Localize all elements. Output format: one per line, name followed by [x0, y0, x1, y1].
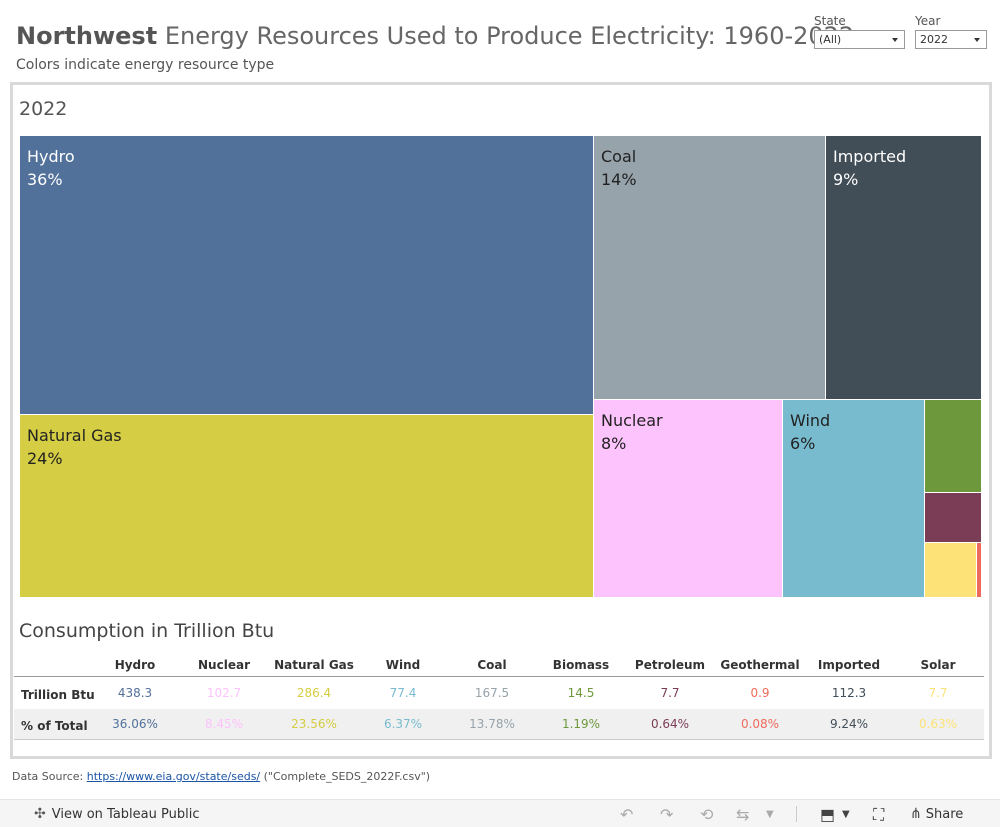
treemap-tile-label: Hydro: [27, 147, 75, 166]
download-icon[interactable]: ⬒: [820, 805, 835, 824]
table-cell: 77.4: [389, 686, 417, 700]
refresh-dropdown-icon[interactable]: ▼: [766, 809, 774, 820]
tableau-logo-icon: ✣: [34, 806, 46, 822]
column-header: Wind: [385, 658, 421, 672]
table-cell: 1.19%: [561, 717, 601, 731]
treemap-tile-percent: 6%: [790, 434, 816, 453]
row-label: Trillion Btu: [21, 688, 95, 702]
column-header: Geothermal: [720, 658, 800, 672]
treemap-tile-coal[interactable]: Coal 14%: [594, 136, 826, 400]
state-filter: State (All): [814, 14, 905, 49]
treemap-tile-natural-gas[interactable]: Natural Gas 24%: [20, 415, 594, 598]
treemap-tile-label: Imported: [833, 147, 907, 166]
state-dropdown-value: (All): [819, 33, 842, 46]
download-dropdown-icon[interactable]: ▼: [842, 809, 850, 820]
table-cell: 0.64%: [650, 717, 690, 731]
revert-icon[interactable]: ⟲: [700, 805, 713, 824]
treemap-tile-wind[interactable]: Wind 6%: [783, 400, 925, 598]
column-header: Petroleum: [634, 658, 706, 672]
table-header: Hydro Nuclear Natural Gas Wind Coal Biomass Pe…: [14, 655, 984, 677]
column-header: Biomass: [552, 658, 610, 672]
table-cell: 36.06%: [112, 717, 158, 731]
column-header: Solar: [920, 658, 956, 672]
data-source: Data Source: https://www.eia.gov/state/s…: [12, 770, 430, 783]
table-title: Consumption in Trillion Btu: [19, 620, 275, 642]
table-cell: 23.56%: [291, 717, 337, 731]
table-cell: 102.7: [206, 686, 242, 700]
row-label: % of Total: [21, 719, 88, 733]
table-cell: 438.3: [117, 686, 153, 700]
treemap-tile-geothermal[interactable]: [977, 543, 982, 598]
table-cell: 0.63%: [918, 717, 958, 731]
table-cell: 8.45%: [204, 717, 244, 731]
treemap-tile-biomass[interactable]: [925, 400, 982, 493]
tableau-toolbar: ✣ View on Tableau Public ↶ ↷ ⟲ ⇆ ▼ ⬒ ▼ ⛶ …: [0, 799, 1000, 827]
table-cell: 167.5: [474, 686, 510, 700]
toolbar-divider: [796, 806, 797, 822]
treemap-tile-hydro[interactable]: Hydro 36%: [20, 136, 594, 415]
treemap-tile-nuclear[interactable]: Nuclear 8%: [594, 400, 783, 598]
source-prefix: Data Source:: [12, 770, 87, 783]
year-filter-label: Year: [915, 14, 941, 28]
page-subtitle: Colors indicate energy resource type: [16, 57, 275, 73]
treemap-tile-label: Natural Gas: [27, 426, 122, 445]
undo-icon[interactable]: ↶: [620, 805, 633, 824]
table-cell: 286.4: [296, 686, 332, 700]
table-cell: 9.24%: [829, 717, 869, 731]
fullscreen-icon[interactable]: ⛶: [873, 805, 884, 825]
treemap-tile-percent: 14%: [601, 170, 637, 189]
share-label: Share: [925, 807, 964, 822]
table-cell: 13.78%: [469, 717, 515, 731]
table-cell: 0.08%: [740, 717, 780, 731]
treemap-tile-imported[interactable]: Imported 9%: [826, 136, 982, 400]
column-header: Coal: [477, 658, 507, 672]
table-row: % of Total 36.06% 8.45% 23.56% 6.37% 13.78% 1.…: [14, 709, 984, 740]
treemap-tile-label: Nuclear: [601, 411, 663, 430]
column-header: Hydro: [114, 658, 156, 672]
page-title: Northwest Energy Resources Used to Produ…: [16, 22, 854, 50]
source-link[interactable]: https://www.eia.gov/state/seds/: [87, 770, 260, 783]
table-row: Trillion Btu 438.3 102.7 286.4 77.4 167.5 14.5…: [14, 678, 984, 709]
title-rest: Energy Resources Used to Produce Electri…: [157, 22, 855, 50]
year-dropdown-value: 2022: [920, 33, 948, 46]
title-region: Northwest: [16, 22, 158, 50]
redo-icon[interactable]: ↷: [660, 805, 673, 824]
year-filter: Year 2022: [915, 14, 987, 49]
column-header: Natural Gas: [274, 658, 354, 672]
view-on-tableau-button[interactable]: ✣ View on Tableau Public: [34, 806, 199, 822]
share-button[interactable]: ⋔ Share: [910, 806, 963, 822]
treemap-tile-petroleum[interactable]: [925, 493, 982, 543]
table-cell: 0.9: [750, 686, 770, 700]
refresh-icon[interactable]: ⇆: [736, 805, 749, 824]
table-cell: 7.7: [928, 686, 948, 700]
treemap-tile-label: Coal: [601, 147, 637, 166]
table-cell: 6.37%: [383, 717, 423, 731]
state-dropdown[interactable]: (All): [814, 30, 905, 49]
treemap-tile-label: Wind: [790, 411, 831, 430]
treemap-tile-percent: 36%: [27, 170, 63, 189]
column-header: Imported: [817, 658, 881, 672]
share-icon: ⋔: [910, 806, 922, 822]
table-cell: 112.3: [831, 686, 867, 700]
chevron-down-icon: [974, 38, 980, 42]
state-filter-label: State: [814, 14, 846, 28]
treemap-tile-percent: 24%: [27, 449, 63, 468]
source-suffix: ("Complete_SEDS_2022F.csv"): [260, 770, 431, 783]
treemap-tile-solar[interactable]: [925, 543, 977, 598]
energy-treemap: Hydro 36% Natural Gas 24% Coal 14% Imported 9% N…: [20, 136, 982, 598]
year-dropdown[interactable]: 2022: [915, 30, 987, 49]
view-on-tableau-label: View on Tableau Public: [51, 807, 200, 822]
treemap-tile-percent: 8%: [601, 434, 627, 453]
table-cell: 14.5: [567, 686, 595, 700]
chevron-down-icon: [892, 38, 898, 42]
treemap-tile-percent: 9%: [833, 170, 859, 189]
column-header: Nuclear: [198, 658, 250, 672]
table-cell: 7.7: [660, 686, 680, 700]
treemap-title: 2022: [19, 98, 68, 120]
